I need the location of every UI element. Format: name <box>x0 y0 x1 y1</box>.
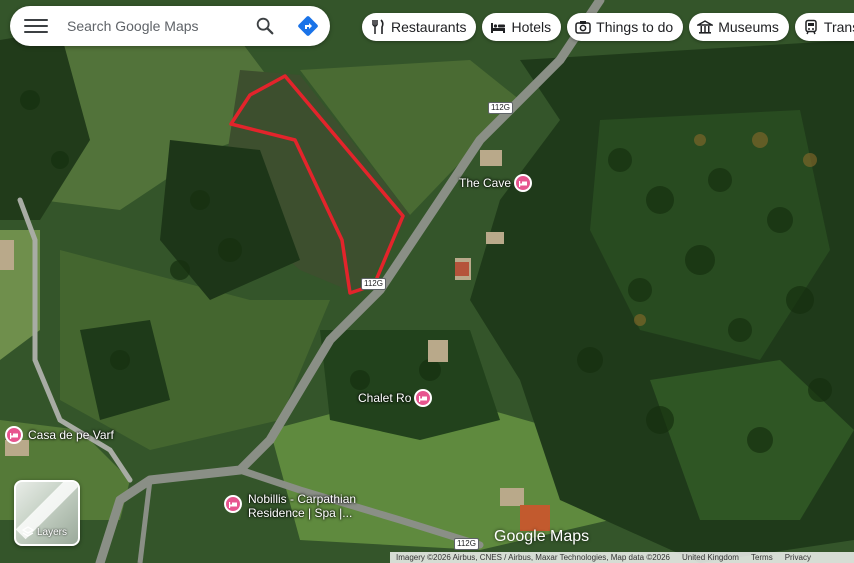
road-shield-112g: 112G <box>454 538 479 550</box>
chip-label: Restaurants <box>391 19 467 35</box>
satellite-map[interactable] <box>0 0 854 563</box>
hotel-pin-icon <box>224 495 242 513</box>
hotel-pin-icon <box>514 174 533 192</box>
search-icon[interactable] <box>254 15 276 37</box>
chip-label: Museums <box>718 19 779 35</box>
place-name: The Cave <box>459 176 512 190</box>
chip-museums[interactable]: Museums <box>689 13 789 41</box>
layers-button[interactable]: Layers <box>14 480 80 546</box>
search-box <box>10 6 330 46</box>
google-maps-watermark: Google Maps <box>494 528 590 545</box>
menu-icon[interactable] <box>24 14 48 38</box>
terms-link[interactable]: Terms <box>745 553 779 562</box>
place-name: Chalet Ro <box>358 391 412 405</box>
attribution-bar: Imagery ©2026 Airbus, CNES / Airbus, Max… <box>390 552 854 563</box>
chip-label: Transport <box>823 19 854 35</box>
layers-label: Layers <box>37 526 68 538</box>
place-name: Nobillis - Carpathian Residence | Spa |.… <box>248 492 356 520</box>
place-name-line1: Nobillis - Carpathian <box>248 492 357 506</box>
train-icon <box>805 19 817 35</box>
directions-icon[interactable] <box>296 14 320 38</box>
chip-restaurants[interactable]: Restaurants <box>362 13 477 41</box>
place-name-line2: Residence | Spa |... <box>248 506 353 520</box>
bed-icon <box>491 23 506 33</box>
place-nobillis[interactable]: Nobillis - Carpathian Residence | Spa |.… <box>224 492 356 520</box>
chip-label: Things to do <box>596 19 674 35</box>
place-name: Casa de pe Varf <box>28 428 114 442</box>
hotel-pin-icon <box>414 389 433 407</box>
region-link[interactable]: United Kingdom <box>676 553 745 562</box>
search-input[interactable] <box>65 17 249 35</box>
place-the-cave[interactable]: The Cave <box>459 174 533 192</box>
privacy-link[interactable]: Privacy <box>779 553 817 562</box>
fork-knife-icon <box>372 19 384 34</box>
chip-label: Hotels <box>511 19 552 35</box>
chip-transport[interactable]: Transport <box>794 13 854 41</box>
road-shield-112g: 112G <box>488 102 513 114</box>
imagery-attribution: Imagery ©2026 Airbus, CNES / Airbus, Max… <box>396 553 671 562</box>
road-shield-112g: 112G <box>361 278 386 290</box>
hotel-pin-icon <box>5 426 23 444</box>
chip-things-to-do[interactable]: Things to do <box>567 13 684 41</box>
category-chips: Restaurants Hotels Things to do Museums … <box>362 13 854 41</box>
layers-icon <box>22 526 34 537</box>
chip-hotels[interactable]: Hotels <box>482 13 562 41</box>
place-casa-de-pe-varf[interactable]: Casa de pe Varf <box>5 426 114 444</box>
camera-icon <box>575 21 591 34</box>
museum-icon <box>697 20 714 34</box>
place-chalet-ro[interactable]: Chalet Ro <box>358 389 433 407</box>
